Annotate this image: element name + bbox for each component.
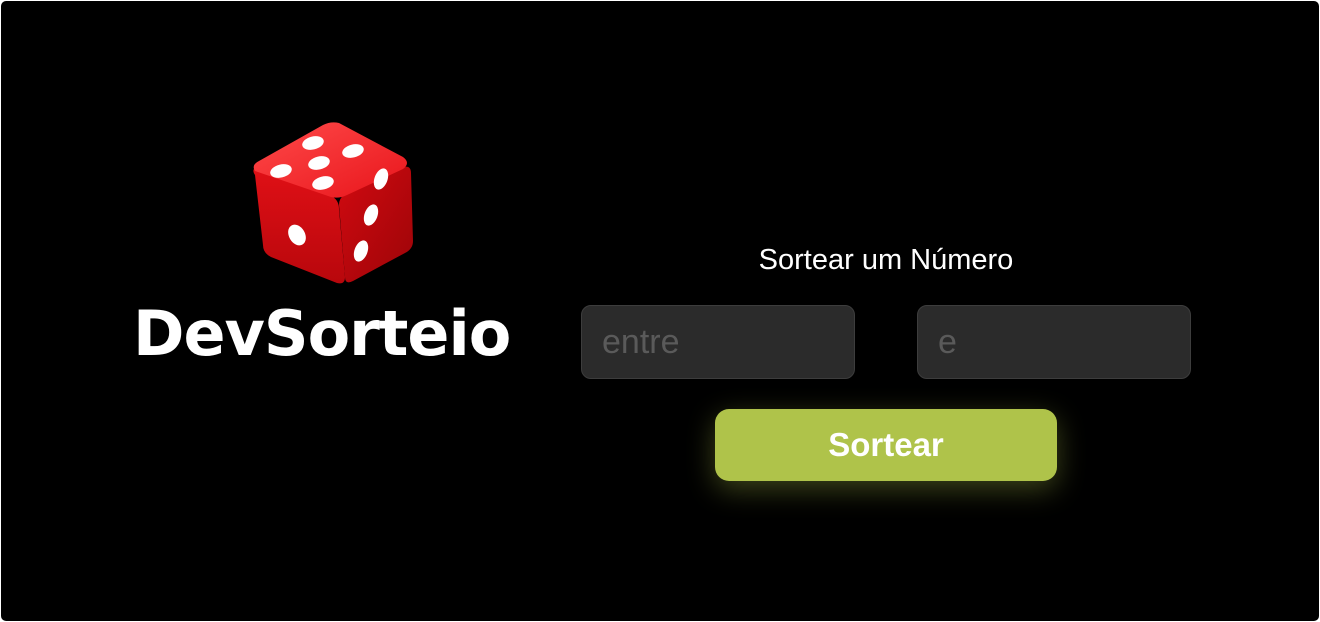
- form-title: Sortear um Número: [758, 244, 1014, 276]
- draw-button[interactable]: Sortear: [715, 409, 1057, 481]
- logo: DevSorteio: [131, 113, 533, 373]
- max-number-input[interactable]: [917, 305, 1191, 379]
- dice-icon: [247, 117, 417, 287]
- brand-name: DevSorteio: [133, 297, 511, 370]
- min-number-input[interactable]: [581, 305, 855, 379]
- draw-form: Sortear um Número Sortear: [581, 239, 1191, 499]
- app-window: DevSorteio Sortear um Número Sortear: [1, 1, 1319, 621]
